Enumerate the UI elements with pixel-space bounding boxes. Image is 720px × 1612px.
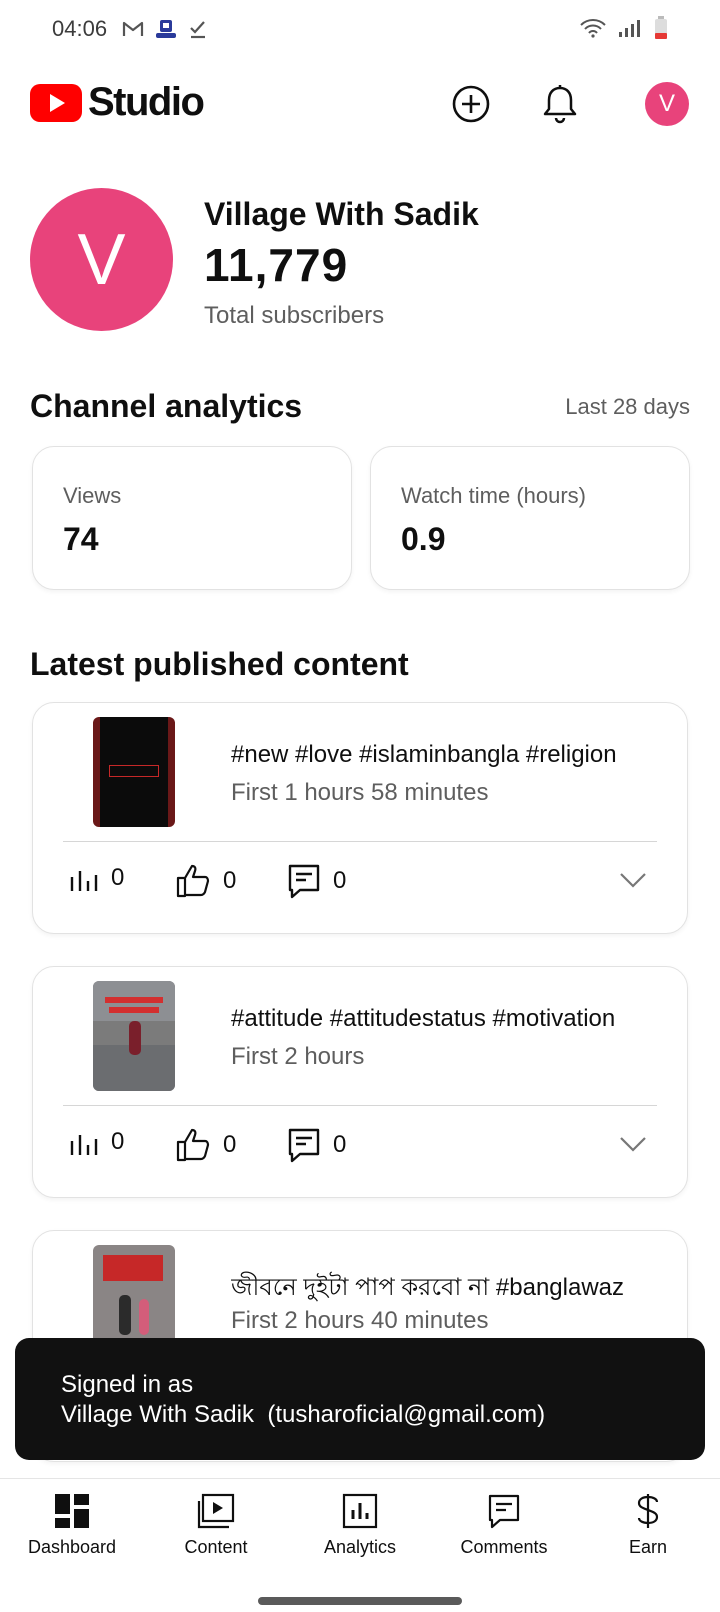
views-label: Views <box>63 483 122 508</box>
video-thumbnail[interactable] <box>93 717 175 827</box>
likes-count: 0 <box>223 1131 237 1158</box>
expand-button[interactable] <box>619 871 647 894</box>
card-divider <box>63 841 657 842</box>
nav-analytics[interactable]: Analytics <box>288 1493 432 1558</box>
latest-content-title: Latest published content <box>30 646 409 682</box>
comment-icon <box>288 864 320 899</box>
views-count: 0 <box>111 1128 125 1155</box>
app-notification-icon <box>156 20 176 38</box>
video-thumbnail[interactable] <box>93 981 175 1091</box>
nav-dashboard[interactable]: Dashboard <box>0 1493 144 1558</box>
snackbar-line-2: Village With Sadik (tusharoficial@gmail.… <box>61 1401 546 1428</box>
status-time: 04:06 <box>52 16 108 41</box>
status-bar: 04:06 <box>0 0 720 60</box>
signal-icon <box>619 20 640 37</box>
thumbs-up-icon <box>176 1128 210 1162</box>
signed-in-snackbar: Signed in as Village With Sadik (tusharo… <box>15 1338 705 1460</box>
likes-count: 0 <box>223 867 237 894</box>
video-period: First 1 hours 58 minutes <box>231 779 489 806</box>
chevron-down-icon <box>620 1137 646 1152</box>
bottom-navigation: Dashboard Content Analytics Comments Ear… <box>0 1478 720 1612</box>
analytics-period: Last 28 days <box>565 394 690 419</box>
battery-low-icon <box>655 16 667 39</box>
views-value: 74 <box>63 521 99 557</box>
status-system-icons <box>580 16 668 40</box>
nav-label: Comments <box>460 1537 548 1557</box>
add-circle-icon <box>452 85 490 123</box>
nav-label: Dashboard <box>27 1537 117 1557</box>
channel-avatar: V <box>30 188 173 331</box>
bar-chart-icon <box>70 871 98 891</box>
analytics-icon <box>342 1493 378 1529</box>
likes-stat: 0 <box>175 1127 236 1163</box>
chevron-down-icon <box>620 873 646 888</box>
video-title[interactable]: জীবনে দুইটা পাপ করবো না #banglawaz <box>231 1269 661 1309</box>
youtube-studio-logo[interactable]: Studio <box>30 80 205 125</box>
video-title[interactable]: #attitude #attitudestatus #motivation <box>231 1005 661 1033</box>
subscriber-label: Total subscribers <box>204 302 385 329</box>
channel-avatar-letter: V <box>77 219 126 300</box>
watch-time-label: Watch time (hours) <box>401 483 587 508</box>
watch-time-value: 0.9 <box>401 521 446 557</box>
content-card[interactable]: #new #love #islaminbangla #religion Firs… <box>32 702 688 934</box>
comments-icon <box>488 1494 520 1529</box>
expand-button[interactable] <box>619 1135 647 1158</box>
card-divider <box>63 1105 657 1106</box>
channel-name: Village With Sadik <box>204 196 479 232</box>
nav-label: Earn <box>628 1537 668 1557</box>
thumbs-up-icon <box>176 864 210 898</box>
gmail-icon <box>122 21 144 36</box>
views-stat: 0 <box>69 1127 124 1157</box>
bell-icon <box>543 85 577 124</box>
bar-chart-icon <box>70 1135 98 1155</box>
comments-count: 0 <box>333 1131 347 1158</box>
video-period: First 2 hours 40 minutes <box>231 1307 489 1334</box>
channel-analytics-title: Channel analytics <box>30 388 303 424</box>
video-title[interactable]: #new #love #islaminbangla #religion <box>231 741 661 769</box>
dashboard-icon <box>55 1494 89 1528</box>
status-notification-icons <box>122 18 208 40</box>
content-icon <box>197 1493 235 1529</box>
comments-stat: 0 <box>287 1127 346 1163</box>
dollar-icon <box>637 1494 659 1528</box>
app-bar: Studio V <box>0 66 720 146</box>
likes-stat: 0 <box>175 863 236 899</box>
views-count: 0 <box>111 864 125 891</box>
nav-content[interactable]: Content <box>144 1493 288 1558</box>
snackbar-line-1: Signed in as <box>61 1371 194 1398</box>
nav-label: Analytics <box>323 1537 397 1557</box>
views-card[interactable]: Views 74 <box>32 446 352 590</box>
check-icon <box>190 21 205 39</box>
comments-stat: 0 <box>287 863 346 899</box>
nav-label: Content <box>184 1537 248 1557</box>
nav-comments[interactable]: Comments <box>432 1493 576 1558</box>
video-period: First 2 hours <box>231 1043 365 1070</box>
youtube-play-icon <box>30 83 82 122</box>
comment-icon <box>288 1128 320 1163</box>
notifications-button[interactable] <box>536 80 584 128</box>
account-avatar-letter: V <box>658 90 675 117</box>
logo-text: Studio <box>88 80 205 124</box>
comments-count: 0 <box>333 867 347 894</box>
nav-earn[interactable]: Earn <box>576 1493 720 1558</box>
wifi-icon <box>580 19 606 38</box>
channel-header: V Village With Sadik 11,779 Total subscr… <box>30 188 690 333</box>
subscriber-count: 11,779 <box>204 239 349 291</box>
watch-time-card[interactable]: Watch time (hours) 0.9 <box>370 446 690 590</box>
account-avatar-button[interactable]: V <box>645 82 689 126</box>
views-stat: 0 <box>69 863 124 893</box>
home-indicator[interactable] <box>258 1597 462 1605</box>
create-button[interactable] <box>447 80 495 128</box>
content-card[interactable]: #attitude #attitudestatus #motivation Fi… <box>32 966 688 1198</box>
